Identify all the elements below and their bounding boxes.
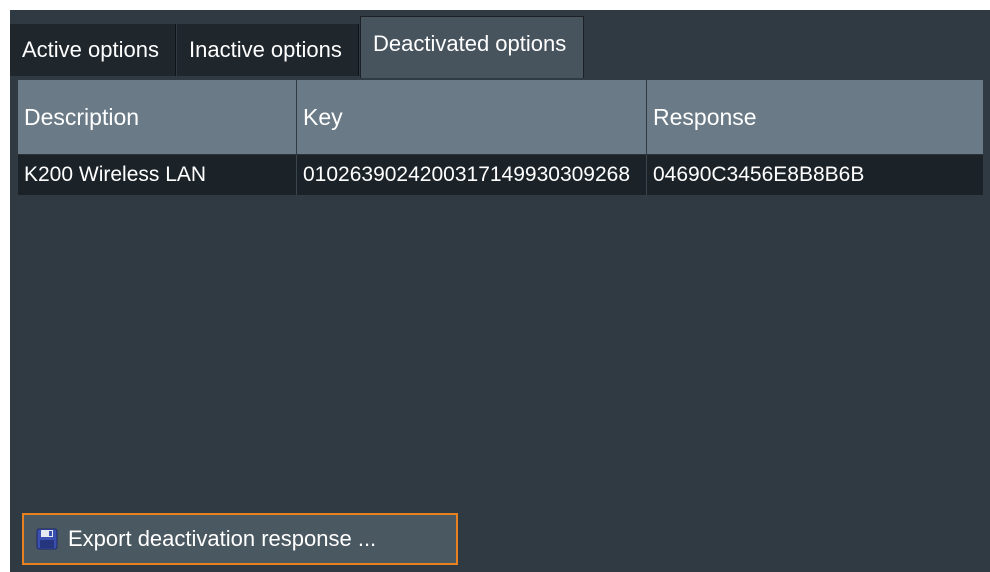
tab-inactive-options[interactable]: Inactive options — [177, 24, 359, 76]
column-header-description[interactable]: Description — [18, 80, 297, 154]
tab-label: Deactivated options — [373, 31, 567, 56]
cell-key: 0102639024200317149930309268 — [297, 155, 647, 195]
table-row[interactable]: K200 Wireless LAN 0102639024200317149930… — [18, 154, 983, 195]
cell-description: K200 Wireless LAN — [18, 155, 297, 195]
options-panel: Active options Inactive options Deactiva… — [10, 10, 990, 572]
cell-response: 04690C3456E8B8B6B — [653, 163, 865, 186]
tab-label: Inactive options — [189, 37, 342, 62]
save-icon — [36, 528, 58, 550]
deactivated-options-table: Description Key Response K200 Wireless L… — [18, 80, 983, 195]
table-header: Description Key Response — [18, 80, 983, 154]
column-header-response[interactable]: Response — [647, 80, 983, 154]
column-header-key[interactable]: Key — [297, 80, 647, 154]
export-deactivation-response-button[interactable]: Export deactivation response ... — [22, 513, 458, 565]
tab-label: Active options — [22, 37, 159, 62]
tab-deactivated-options[interactable]: Deactivated options — [360, 16, 584, 78]
tab-bar: Active options Inactive options Deactiva… — [10, 16, 990, 78]
tab-active-options[interactable]: Active options — [10, 24, 176, 76]
export-button-label: Export deactivation response ... — [68, 526, 377, 551]
